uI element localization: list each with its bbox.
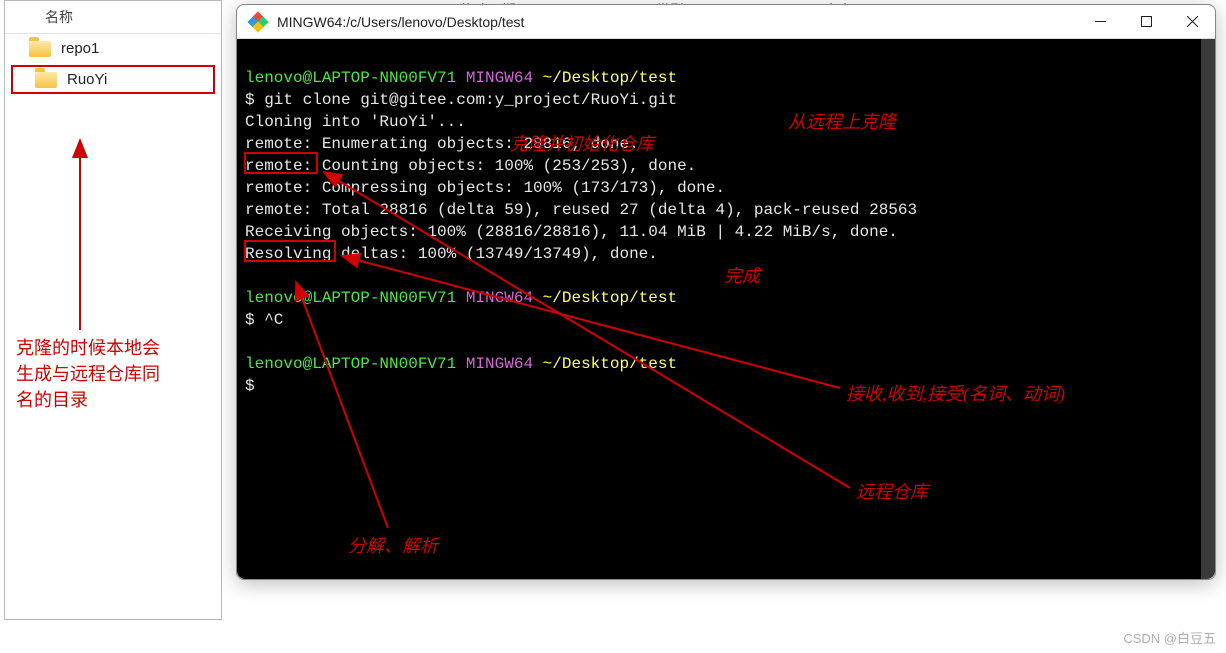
folder-icon [29, 41, 51, 57]
titlebar[interactable]: MINGW64:/c/Users/lenovo/Desktop/test [237, 5, 1215, 39]
terminal-body[interactable]: lenovo@LAPTOP-NN00FV71 MINGW64 ~/Desktop… [237, 39, 1215, 579]
window-title: MINGW64:/c/Users/lenovo/Desktop/test [277, 14, 1077, 30]
prompt-empty: $ [245, 377, 264, 395]
prompt-shell: MINGW64 [466, 289, 533, 307]
prompt-path: ~/Desktop/test [543, 355, 677, 373]
out-resolving: Resolving deltas: 100% (13749/13749), do… [245, 245, 658, 263]
folder-icon [35, 72, 57, 88]
cmd-git-clone: $ git clone git@gitee.com:y_project/RuoY… [245, 91, 677, 109]
folder-label: repo1 [61, 40, 99, 57]
col-name-header: 名称 [45, 7, 73, 27]
out-receiving: Receiving objects: 100% (28816/28816), 1… [245, 223, 898, 241]
prompt-path: ~/Desktop/test [543, 69, 677, 87]
prompt-user: lenovo@LAPTOP-NN00FV71 [245, 355, 456, 373]
minimize-button[interactable] [1077, 5, 1123, 39]
out-cloning: Cloning into 'RuoYi'... [245, 113, 466, 131]
explorer-column-header: 名称 [5, 1, 221, 34]
folder-label: RuoYi [67, 71, 107, 88]
prompt-user: lenovo@LAPTOP-NN00FV71 [245, 69, 456, 87]
folder-item-repo1[interactable]: repo1 [5, 34, 221, 63]
out-remote-count: remote: Counting objects: 100% (253/253)… [245, 157, 696, 175]
maximize-button[interactable] [1123, 5, 1169, 39]
out-remote-total: remote: Total 28816 (delta 59), reused 2… [245, 201, 917, 219]
prompt-path: ~/Desktop/test [543, 289, 677, 307]
prompt-shell: MINGW64 [466, 69, 533, 87]
cmd-cancel: $ ^C [245, 311, 283, 329]
out-remote-enum: remote: Enumerating objects: 28816, done… [245, 135, 639, 153]
out-remote-compress: remote: Compressing objects: 100% (173/1… [245, 179, 725, 197]
terminal-window: MINGW64:/c/Users/lenovo/Desktop/test len… [236, 4, 1216, 580]
folder-item-ruoyi[interactable]: RuoYi [11, 65, 215, 94]
file-explorer-panel: 名称 repo1 RuoYi [4, 0, 222, 620]
watermark: CSDN @白豆五 [1123, 628, 1216, 647]
mingw-app-icon [249, 13, 267, 31]
prompt-user: lenovo@LAPTOP-NN00FV71 [245, 289, 456, 307]
prompt-shell: MINGW64 [466, 355, 533, 373]
close-button[interactable] [1169, 5, 1215, 39]
